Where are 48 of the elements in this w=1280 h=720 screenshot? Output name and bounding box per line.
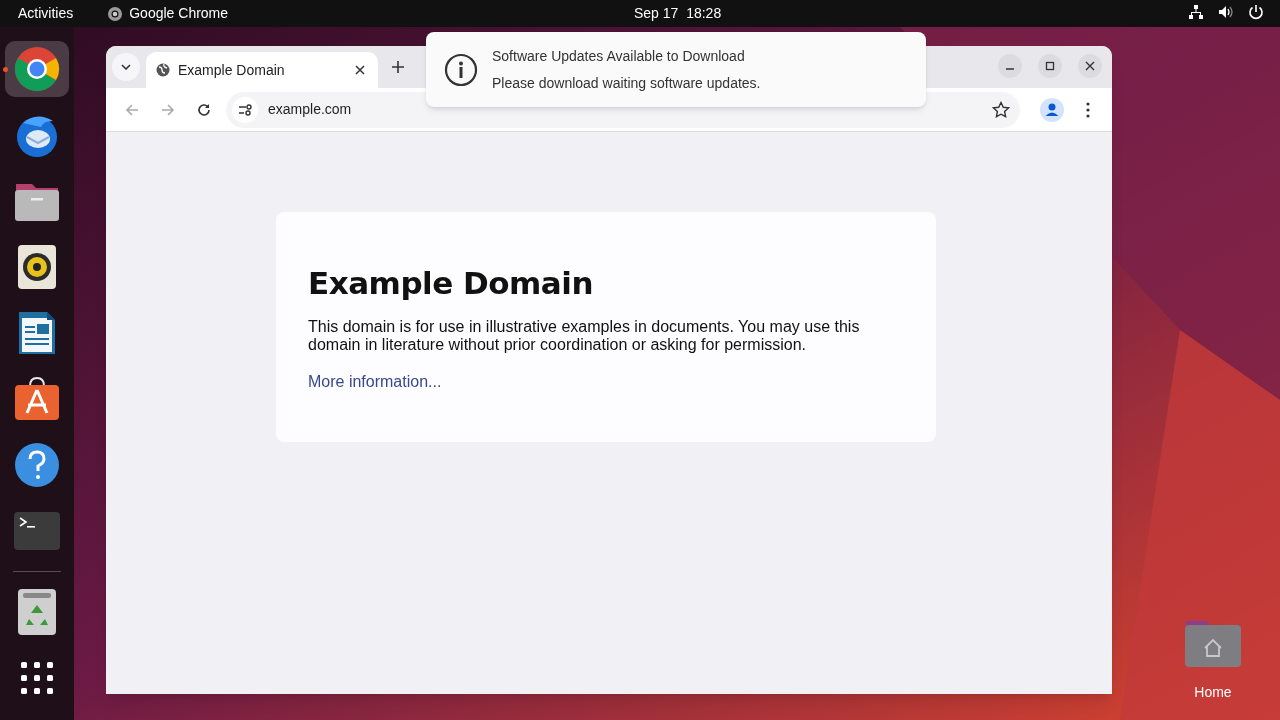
shopping-bag-icon (14, 377, 60, 421)
maximize-button[interactable] (1038, 54, 1062, 78)
forward-arrow-icon (160, 101, 176, 118)
clock[interactable]: Sep 17 18:28 (634, 3, 722, 24)
close-button[interactable] (1078, 54, 1102, 78)
chrome-icon (107, 5, 124, 22)
reload-icon (196, 101, 212, 118)
system-tray[interactable] (1188, 4, 1264, 20)
more-information-link[interactable]: More information... (308, 370, 442, 394)
running-indicator (3, 67, 8, 72)
plus-icon (392, 61, 404, 73)
info-icon (444, 52, 478, 87)
recycle-bin-icon (18, 589, 56, 635)
star-icon[interactable] (992, 100, 1010, 119)
close-icon (1083, 59, 1097, 73)
globe-icon (156, 63, 170, 77)
page-paragraph: This domain is for use in illustrative examples in documents. You may use this domain in literature without prior coordination or asking for permission. (308, 318, 861, 354)
chrome-icon (13, 45, 61, 93)
help-icon (14, 442, 60, 488)
network-icon (1188, 4, 1204, 20)
desktop-icon-label: Home (1194, 683, 1232, 702)
minimize-button[interactable] (998, 54, 1022, 78)
activities-button[interactable]: Activities (18, 3, 74, 24)
app-grid-icon (21, 662, 53, 694)
app-menu[interactable]: Google Chrome (107, 3, 229, 24)
notification-body: Please download waiting software updates. (492, 73, 761, 93)
more-icon (1086, 101, 1090, 118)
tab-search-button[interactable] (112, 53, 140, 81)
page-heading: Example Domain (308, 264, 594, 302)
minimize-icon (1006, 68, 1014, 70)
back-arrow-icon (124, 101, 140, 118)
browser-tab[interactable]: Example Domain (146, 52, 378, 88)
notification-popup[interactable]: Software Updates Available to Download Please download waiting software updates. (426, 32, 926, 107)
notification-title: Software Updates Available to Download (492, 46, 746, 66)
maximize-icon (1043, 59, 1057, 73)
tab-title: Example Domain (178, 60, 286, 80)
home-folder-icon (1184, 618, 1242, 668)
document-icon (17, 310, 57, 356)
power-icon (1248, 4, 1264, 20)
close-icon (355, 65, 365, 75)
desktop-icon[interactable]: Home (1184, 618, 1242, 703)
speaker-icon (18, 245, 56, 289)
dock-item[interactable] (5, 41, 69, 97)
profile-icon (1040, 97, 1064, 122)
terminal-icon (14, 512, 60, 550)
caret-icon (121, 64, 131, 70)
volume-icon (1218, 4, 1234, 20)
site-settings-icon[interactable] (232, 96, 258, 123)
